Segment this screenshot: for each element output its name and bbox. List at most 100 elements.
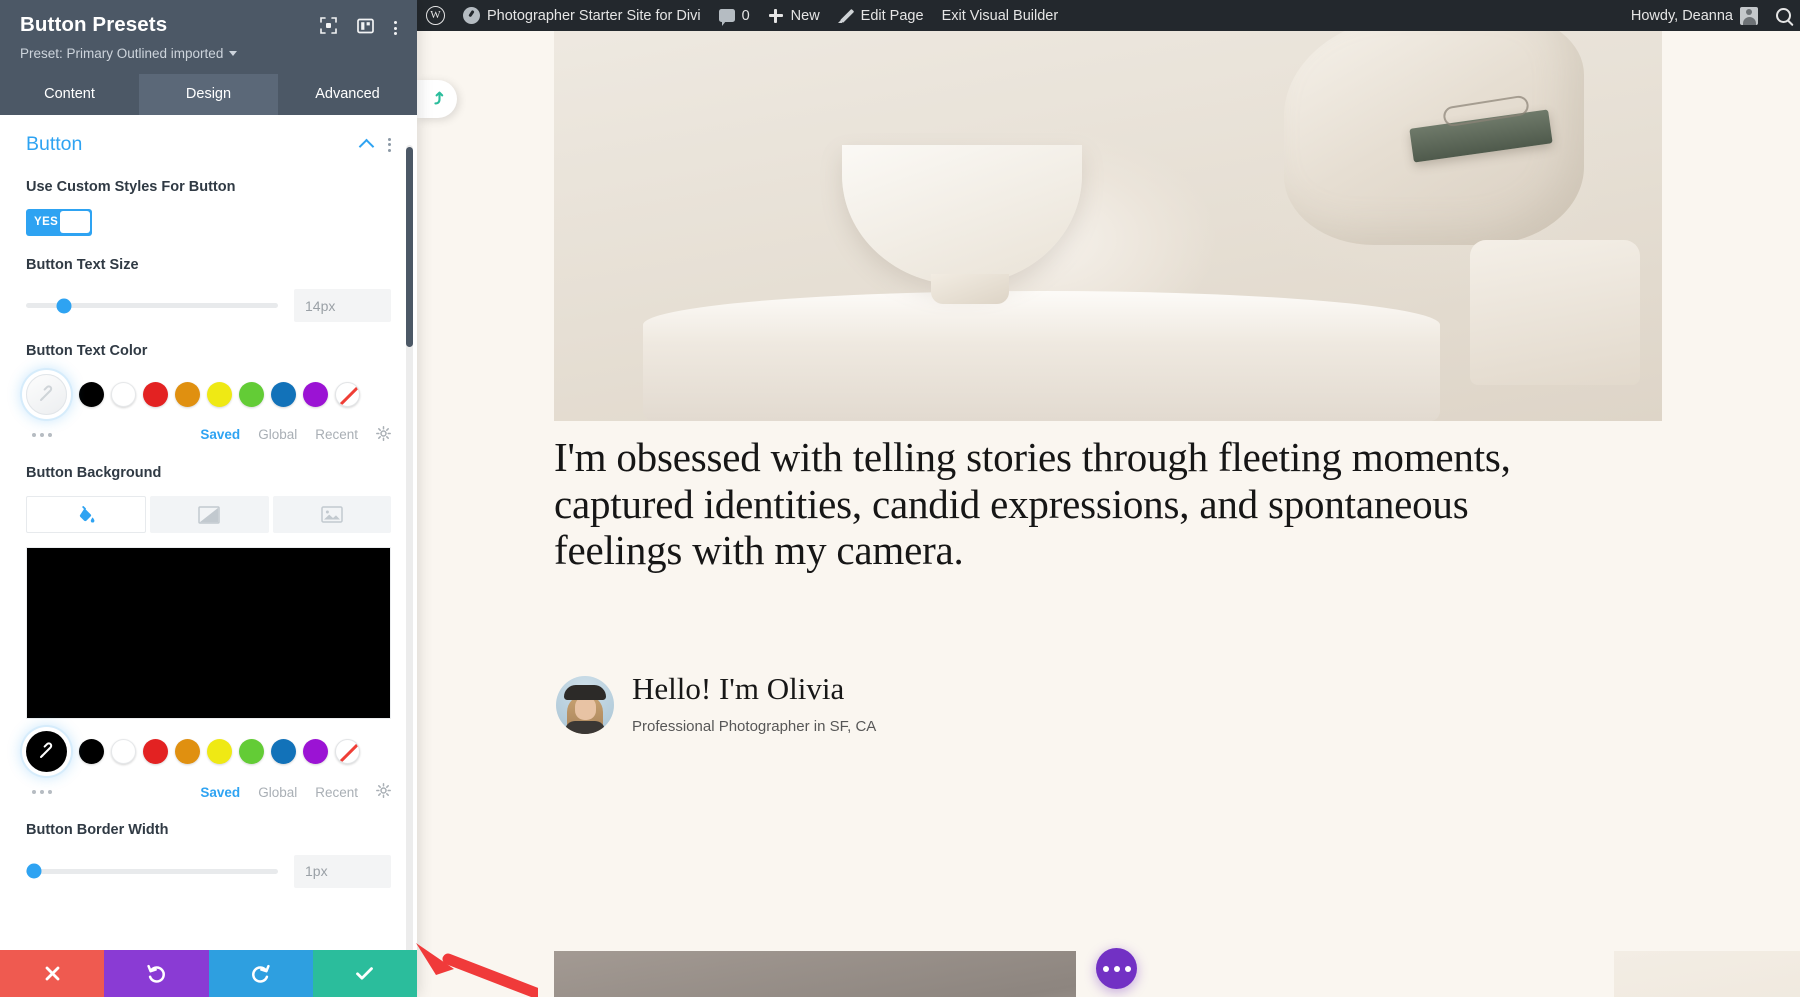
- adminbar-comments[interactable]: 0: [710, 0, 759, 31]
- swatch-red[interactable]: [143, 382, 168, 407]
- background-link-global[interactable]: Global: [258, 785, 297, 800]
- adminbar-wp-logo[interactable]: [417, 0, 454, 31]
- swatch-green[interactable]: [239, 739, 264, 764]
- text-color-selected-swatch[interactable]: [26, 374, 67, 415]
- paint-bucket-icon: [76, 505, 96, 525]
- page-title: Button Presets: [20, 13, 167, 37]
- background-color-selected-swatch[interactable]: [26, 731, 67, 772]
- scrollbar-thumb[interactable]: [406, 147, 413, 347]
- custom-styles-label: Use Custom Styles For Button: [26, 178, 236, 198]
- adminbar-site-title: Photographer Starter Site for Divi: [487, 8, 701, 24]
- panel-tabs: Content Design Advanced: [0, 74, 417, 115]
- more-vertical-icon[interactable]: [388, 138, 391, 152]
- swatch-red[interactable]: [143, 739, 168, 764]
- swatch-green[interactable]: [239, 382, 264, 407]
- panel-layout-icon[interactable]: [357, 18, 374, 39]
- swatch-black[interactable]: [79, 739, 104, 764]
- redo-button[interactable]: [209, 950, 313, 997]
- more-horizontal-icon[interactable]: [32, 433, 52, 437]
- gear-icon[interactable]: [376, 783, 391, 801]
- more-vertical-icon[interactable]: [394, 21, 397, 35]
- swatch-none[interactable]: [335, 739, 360, 764]
- text-size-slider[interactable]: [26, 303, 278, 308]
- swatch-black[interactable]: [79, 382, 104, 407]
- adminbar-account[interactable]: Howdy, Deanna: [1622, 0, 1767, 31]
- more-horizontal-icon[interactable]: [32, 790, 52, 794]
- eyedropper-icon: [37, 742, 56, 761]
- background-link-recent[interactable]: Recent: [315, 785, 358, 800]
- save-button[interactable]: [313, 950, 417, 997]
- border-width-slider[interactable]: [26, 869, 278, 874]
- undo-icon: [146, 963, 167, 984]
- background-type-gradient[interactable]: [150, 496, 268, 533]
- undo-button[interactable]: [104, 950, 208, 997]
- comment-bubble-icon: [719, 9, 735, 22]
- swatch-blue[interactable]: [271, 739, 296, 764]
- text-color-link-saved[interactable]: Saved: [200, 427, 240, 442]
- swatch-white[interactable]: [111, 382, 136, 407]
- cancel-button[interactable]: [0, 950, 104, 997]
- wordpress-logo-icon: [426, 6, 445, 25]
- panel-action-bar: [0, 950, 417, 997]
- plus-icon: [768, 8, 784, 24]
- adminbar-new[interactable]: New: [759, 0, 829, 31]
- page-preview-canvas: I'm obsessed with telling stories throug…: [417, 31, 1800, 997]
- slider-handle[interactable]: [26, 864, 41, 879]
- tab-content[interactable]: Content: [0, 74, 139, 115]
- text-color-link-global[interactable]: Global: [258, 427, 297, 442]
- background-color-meta: Saved Global Recent: [26, 783, 391, 801]
- background-type-color[interactable]: [26, 496, 146, 533]
- curved-arrow-icon: [428, 90, 446, 108]
- text-size-input[interactable]: 14px: [294, 289, 391, 322]
- gear-icon[interactable]: [376, 426, 391, 444]
- avatar: [556, 676, 614, 734]
- expand-fullscreen-icon[interactable]: [320, 17, 337, 39]
- annotation-arrow: [408, 935, 538, 997]
- border-width-input[interactable]: 1px: [294, 855, 391, 888]
- swatch-purple[interactable]: [303, 382, 328, 407]
- redo-icon: [250, 963, 271, 984]
- text-color-meta: Saved Global Recent: [26, 426, 391, 444]
- background-color-preview[interactable]: [26, 547, 391, 719]
- adminbar-edit-page[interactable]: Edit Page: [829, 0, 933, 31]
- background-type-tabs: [26, 496, 391, 533]
- swatch-yellow[interactable]: [207, 739, 232, 764]
- custom-styles-toggle[interactable]: YES: [26, 209, 92, 236]
- chevron-down-icon: [229, 51, 237, 56]
- panel-collapse-tab[interactable]: [417, 80, 457, 118]
- gradient-icon: [198, 506, 220, 524]
- adminbar-search[interactable]: [1767, 0, 1800, 31]
- user-avatar-icon: [1740, 7, 1758, 25]
- text-size-label: Button Text Size: [26, 256, 236, 276]
- section-button-header: Button: [26, 115, 391, 158]
- swatch-purple[interactable]: [303, 739, 328, 764]
- tab-design[interactable]: Design: [139, 74, 278, 115]
- more-horizontal-icon: [1114, 966, 1120, 972]
- preset-selector[interactable]: Preset: Primary Outlined imported: [20, 46, 397, 74]
- swatch-none[interactable]: [335, 382, 360, 407]
- adminbar-site-name[interactable]: Photographer Starter Site for Divi: [454, 0, 710, 31]
- background-color-swatches: [26, 731, 391, 772]
- tab-advanced[interactable]: Advanced: [278, 74, 417, 115]
- text-size-control: 14px: [26, 289, 391, 322]
- panel-header: Button Presets: [0, 0, 417, 74]
- swatch-orange[interactable]: [175, 382, 200, 407]
- swatch-orange[interactable]: [175, 739, 200, 764]
- adminbar-exit-visual-builder[interactable]: Exit Visual Builder: [933, 0, 1068, 31]
- text-color-link-recent[interactable]: Recent: [315, 427, 358, 442]
- panel-body: Button Use Custom Styles For Button YES …: [0, 115, 417, 950]
- swatch-blue[interactable]: [271, 382, 296, 407]
- swatch-yellow[interactable]: [207, 382, 232, 407]
- background-link-saved[interactable]: Saved: [200, 785, 240, 800]
- swatch-white[interactable]: [111, 739, 136, 764]
- search-icon: [1776, 8, 1791, 23]
- divi-menu-fab[interactable]: [1096, 948, 1137, 989]
- border-width-label: Button Border Width: [26, 821, 236, 841]
- background-type-image[interactable]: [273, 496, 391, 533]
- checkmark-icon: [354, 964, 375, 983]
- more-horizontal-icon: [1103, 966, 1109, 972]
- more-horizontal-icon: [1125, 966, 1131, 972]
- chevron-up-icon[interactable]: [359, 139, 375, 155]
- slider-handle[interactable]: [56, 298, 71, 313]
- close-x-icon: [43, 964, 62, 983]
